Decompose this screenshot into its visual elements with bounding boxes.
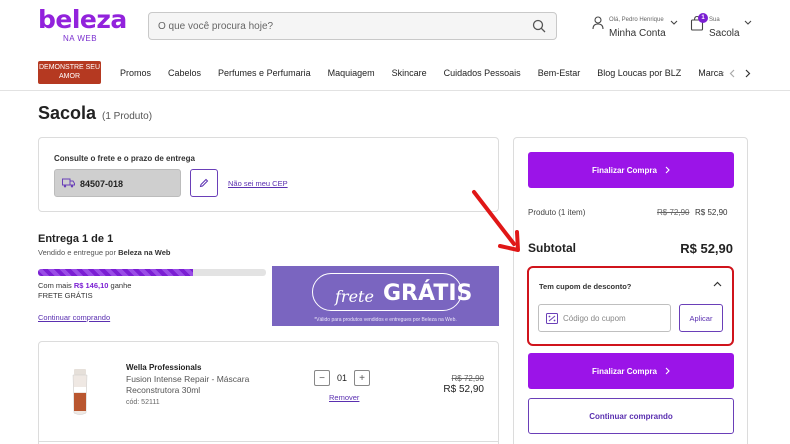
page-title: Sacola bbox=[38, 103, 97, 123]
product-name[interactable]: Fusion Intense Repair - Máscara Reconstr… bbox=[126, 374, 276, 396]
product-count: (1 Produto) bbox=[102, 111, 153, 122]
bag-count-badge: 1 bbox=[698, 13, 708, 23]
cart-item: Wella Professionals Fusion Intense Repai… bbox=[38, 341, 499, 444]
coupon-input[interactable] bbox=[563, 309, 667, 327]
nav-item-blog[interactable]: Blog Loucas por BLZ bbox=[597, 68, 681, 78]
nav-item-bem-estar[interactable]: Bem-Estar bbox=[538, 68, 581, 78]
nav-item-skincare[interactable]: Skincare bbox=[392, 68, 427, 78]
shipping-calculator: Consulte o frete e o prazo de entrega 84… bbox=[38, 137, 499, 212]
nav-item-marcas[interactable]: Marcas bbox=[698, 68, 724, 78]
free-shipping-progress-fill bbox=[38, 269, 194, 276]
unknown-cep-link[interactable]: Não sei meu CEP bbox=[228, 179, 288, 188]
shipping-label: Consulte o frete e o prazo de entrega bbox=[54, 154, 195, 163]
decrease-quantity-button[interactable]: − bbox=[314, 370, 330, 386]
nav-prev-button[interactable] bbox=[724, 64, 740, 82]
bag-small-label: Sua bbox=[709, 17, 720, 23]
account-label: Minha Conta bbox=[609, 28, 666, 39]
checkout-button[interactable]: Finalizar Compra bbox=[528, 152, 734, 188]
summary-old-price: R$ 72,90 bbox=[657, 208, 690, 217]
product-price: R$ 52,90 bbox=[443, 384, 484, 395]
free-shipping-text: Com mais R$ 146,10 ganhe FRETE GRÁTIS bbox=[38, 281, 131, 301]
summary-new-price: R$ 52,90 bbox=[695, 208, 728, 217]
account-menu[interactable]: Olá, Pedro Henrique Minha Conta bbox=[592, 15, 678, 39]
free-shipping-progress bbox=[38, 269, 266, 276]
search-bar bbox=[148, 12, 557, 40]
apply-coupon-button[interactable]: Aplicar bbox=[679, 304, 723, 332]
remove-item-link[interactable]: Remover bbox=[329, 393, 359, 402]
product-old-price: R$ 72,90 bbox=[451, 374, 484, 383]
free-shipping-line2: FRETE GRÁTIS bbox=[38, 291, 93, 300]
nav-item-cabelos[interactable]: Cabelos bbox=[168, 68, 201, 78]
chevron-down-icon bbox=[744, 20, 751, 25]
category-nav: DEMONSTRE SEU AMOR Promos Cabelos Perfum… bbox=[0, 58, 790, 88]
annotation-arrow-icon bbox=[472, 190, 520, 252]
promo-button[interactable]: DEMONSTRE SEU AMOR bbox=[38, 61, 101, 84]
continue-shopping-button[interactable]: Continuar comprando bbox=[528, 398, 734, 434]
chevron-up-icon[interactable] bbox=[713, 281, 722, 287]
product-image[interactable] bbox=[69, 367, 91, 417]
bag-menu[interactable]: 1 Sua Sacola bbox=[690, 13, 752, 39]
logo[interactable]: beleza NA WEB bbox=[38, 5, 127, 44]
banner-pill: frete GRÁTIS bbox=[312, 273, 472, 311]
product-brand: Wella Professionals bbox=[126, 363, 202, 372]
summary-product-label: Produto (1 item) bbox=[528, 208, 586, 217]
logo-wordmark: beleza bbox=[38, 5, 127, 34]
coupon-field bbox=[538, 304, 671, 332]
free-shipping-amount: R$ 146,10 bbox=[73, 281, 109, 290]
delivery-seller: Vendido e entregue por Beleza na Web bbox=[38, 248, 170, 257]
logo-subtitle: NA WEB bbox=[62, 34, 98, 43]
divider bbox=[38, 441, 499, 442]
search-input[interactable] bbox=[149, 13, 509, 39]
banner-note: *Válido para produtos vendidos e entregu… bbox=[314, 317, 457, 323]
chevron-right-icon bbox=[745, 69, 751, 77]
nav-next-button[interactable] bbox=[740, 64, 756, 82]
bag-label: Sacola bbox=[709, 28, 740, 39]
coupon-title[interactable]: Tem cupom de desconto? bbox=[539, 282, 631, 291]
chevron-right-icon bbox=[665, 367, 670, 375]
user-icon bbox=[592, 16, 604, 30]
account-greeting: Olá, Pedro Henrique bbox=[609, 17, 664, 23]
subtotal-value: R$ 52,90 bbox=[680, 241, 733, 256]
free-shipping-banner: frete GRÁTIS *Válido para produtos vendi… bbox=[272, 266, 499, 326]
checkout-button-label: Finalizar Compra bbox=[592, 165, 657, 175]
cep-value: 84507-018 bbox=[80, 179, 124, 189]
pencil-icon bbox=[199, 178, 209, 188]
cep-field[interactable]: 84507-018 bbox=[54, 169, 181, 197]
chevron-left-icon bbox=[729, 69, 735, 77]
delivery-seller-name: Beleza na Web bbox=[118, 248, 171, 257]
nav-items-viewport: Promos Cabelos Perfumes e Perfumaria Maq… bbox=[120, 58, 724, 88]
truck-icon bbox=[62, 178, 75, 188]
nav-item-cuidados-pessoais[interactable]: Cuidados Pessoais bbox=[444, 68, 521, 78]
search-icon[interactable] bbox=[532, 19, 546, 33]
increase-quantity-button[interactable]: + bbox=[354, 370, 370, 386]
header-divider bbox=[0, 90, 790, 91]
free-shipping-suffix: ganhe bbox=[108, 281, 132, 290]
delivery-seller-prefix: Vendido e entregue por bbox=[38, 248, 119, 257]
product-code: cód: 52111 bbox=[126, 399, 160, 406]
chevron-down-icon bbox=[670, 20, 678, 25]
edit-cep-button[interactable] bbox=[190, 169, 218, 197]
delivery-title: Entrega 1 de 1 bbox=[38, 233, 114, 245]
subtotal-label: Subtotal bbox=[528, 241, 576, 255]
nav-item-maquiagem[interactable]: Maquiagem bbox=[328, 68, 375, 78]
free-shipping-prefix: Com mais bbox=[38, 281, 74, 290]
chevron-right-icon bbox=[665, 166, 670, 174]
banner-gratis-text: GRÁTIS bbox=[383, 281, 473, 306]
checkout-button-label: Finalizar Compra bbox=[592, 366, 657, 376]
continue-shopping-link[interactable]: Continuar comprando bbox=[38, 313, 110, 322]
quantity-stepper: − 01 + bbox=[314, 370, 370, 386]
quantity-value: 01 bbox=[336, 373, 347, 383]
coupon-icon bbox=[546, 313, 558, 324]
nav-item-promos[interactable]: Promos bbox=[120, 68, 151, 78]
nav-item-perfumes[interactable]: Perfumes e Perfumaria bbox=[218, 68, 311, 78]
banner-frete-text: frete bbox=[335, 287, 374, 306]
checkout-button-secondary[interactable]: Finalizar Compra bbox=[528, 353, 734, 389]
coupon-section: Tem cupom de desconto? Aplicar bbox=[527, 266, 734, 346]
